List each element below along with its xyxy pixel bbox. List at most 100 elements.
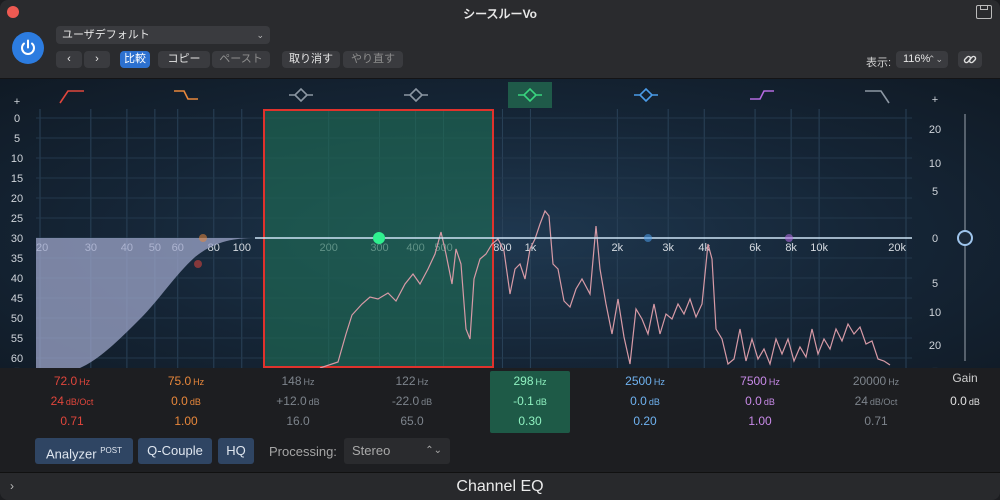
band-1-freq[interactable]: 72.0 [54,374,77,388]
gain-scale-label: 10 [929,158,941,170]
band-5-gain[interactable]: -0.1 [513,394,534,408]
band-7-params[interactable]: 7500 Hz 0.0 dB 1.00 [720,371,800,433]
plugin-window: シースルーVo ユーザデフォルト ⌄ ‹ › 比較 コピー ペースト 取り消す … [0,0,1000,500]
analyzer-scale-label: 10 [11,153,23,165]
band-7-q[interactable]: 1.00 [748,414,771,428]
gain-value[interactable]: 0.0 dB [935,394,995,408]
low-shelf-icon[interactable] [174,90,198,100]
band-4-gain[interactable]: -22.0 [392,394,419,408]
band-5-freq[interactable]: 298 [513,374,533,388]
band-3-freq[interactable]: 148 [281,374,301,388]
band-2-params[interactable]: 75.0 Hz 0.0 dB 1.00 [146,371,226,433]
analyzer-scale-label: 15 [11,173,23,185]
band-8-params[interactable]: 20000 Hz 24 dB/Oct 0.71 [836,371,916,433]
q-couple-button[interactable]: Q-Couple [138,438,212,464]
analyzer-scale-label: 55 [11,333,23,345]
high-shelf-icon[interactable] [750,90,774,100]
bell-icon[interactable] [404,87,428,103]
analyzer-scale-label: 35 [11,253,23,265]
high-cut-icon[interactable] [865,90,890,104]
link-button[interactable] [958,51,982,68]
high-cut-icon-shape [865,90,890,104]
analyzer-scale-label: 25 [11,213,23,225]
band-6-gain[interactable]: 0.0 [630,394,647,408]
band-5-q[interactable]: 0.30 [518,414,541,428]
power-button[interactable] [12,32,44,64]
band-7-freq[interactable]: 7500 [740,374,767,388]
band-8-q[interactable]: 0.71 [864,414,887,428]
eq-canvas[interactable]: 2030405060801002003004005008001k2k3k4k6k… [0,79,1000,368]
band-2-gain[interactable]: 0.0 [171,394,188,408]
processing-label: Processing: [269,444,337,459]
band-7-freq-unit: Hz [768,377,780,387]
redo-button[interactable]: やり直す [343,51,403,68]
compare-button[interactable]: 比較 [120,51,150,68]
processing-select[interactable]: Stereo ⌃⌄ [344,438,450,464]
band-7-gain-unit: dB [763,397,775,407]
band-6-freq[interactable]: 2500 [625,374,652,388]
band-5-params[interactable]: 298 Hz -0.1 dB 0.30 [490,371,570,433]
zoom-select[interactable]: 116% ⌃⌄ [896,51,948,68]
band-7-handle[interactable] [785,234,793,242]
footer-bar: › Channel EQ [0,472,1000,500]
paste-button[interactable]: ペースト [212,51,270,68]
band-1-handle[interactable] [194,260,202,268]
bell-icon-shape [289,87,313,103]
band-8-freq[interactable]: 20000 [853,374,886,388]
band-6-gain-unit: dB [648,397,660,407]
low-cut-icon[interactable] [59,90,84,104]
window-title: シースルーVo [463,7,537,21]
analyzer-scale-label: + [14,96,20,108]
band-6-params[interactable]: 2500 Hz 0.0 dB 0.20 [605,371,685,433]
band-7-gain[interactable]: 0.0 [745,394,762,408]
next-preset-button[interactable]: › [84,51,110,68]
hq-button[interactable]: HQ [218,438,254,464]
analyzer-scale-label: 0 [14,113,20,125]
expand-icon[interactable] [976,5,992,19]
band-5-handle[interactable] [373,232,385,244]
analyzer-scale-label: 50 [11,313,23,325]
band-2-gain-unit: dB [189,397,201,407]
band-3-gain[interactable]: +12.0 [276,394,306,408]
freq-label: 8k [785,242,797,254]
preset-value: ユーザデフォルト [62,29,150,41]
analyzer-scale-label: 30 [11,233,23,245]
copy-button[interactable]: コピー [158,51,210,68]
band-6-q[interactable]: 0.20 [633,414,656,428]
gain-scale-label: 0 [932,233,938,245]
band-3-params[interactable]: 148 Hz +12.0 dB 16.0 [258,371,338,433]
link-icon [963,55,977,64]
band-2-handle[interactable] [199,234,207,242]
undo-button[interactable]: 取り消す [282,51,340,68]
band-1-gain[interactable]: 24 [51,394,64,408]
preset-select[interactable]: ユーザデフォルト ⌄ [56,26,270,44]
band-3-freq-unit: Hz [303,377,315,387]
freq-label: 100 [233,242,251,254]
bell-icon[interactable] [508,82,552,108]
band-4-q[interactable]: 65.0 [400,414,423,428]
freq-label: 6k [749,242,761,254]
gain-scale-label: 20 [929,340,941,352]
band-1-params[interactable]: 72.0 Hz 24 dB/Oct 0.71 [32,371,112,433]
bell-icon[interactable] [634,87,658,103]
stepper-icon: ⌃⌄ [927,54,943,64]
stepper-icon: ⌃⌄ [425,445,442,456]
bell-icon-shape [634,87,658,103]
band-8-gain[interactable]: 24 [855,394,868,408]
band-2-q[interactable]: 1.00 [174,414,197,428]
prev-preset-button[interactable]: ‹ [56,51,82,68]
gain-scale-label: + [932,94,938,106]
band-4-params[interactable]: 122 Hz -22.0 dB 65.0 [372,371,452,433]
band-6-handle[interactable] [644,234,652,242]
gain-slider-knob[interactable] [957,230,973,246]
bell-icon[interactable] [289,87,313,103]
band-3-q[interactable]: 16.0 [286,414,309,428]
band-4-freq[interactable]: 122 [395,374,415,388]
eq-graph[interactable]: 2030405060801002003004005008001k2k3k4k6k… [0,79,1000,368]
band-2-freq[interactable]: 75.0 [168,374,191,388]
gain-scale-label: 10 [929,307,941,319]
analyzer-scale-label: 5 [14,133,20,145]
band-1-q[interactable]: 0.71 [60,414,83,428]
bell-icon-shape [404,87,428,103]
analyzer-button[interactable]: Analyzer POST [35,438,133,464]
